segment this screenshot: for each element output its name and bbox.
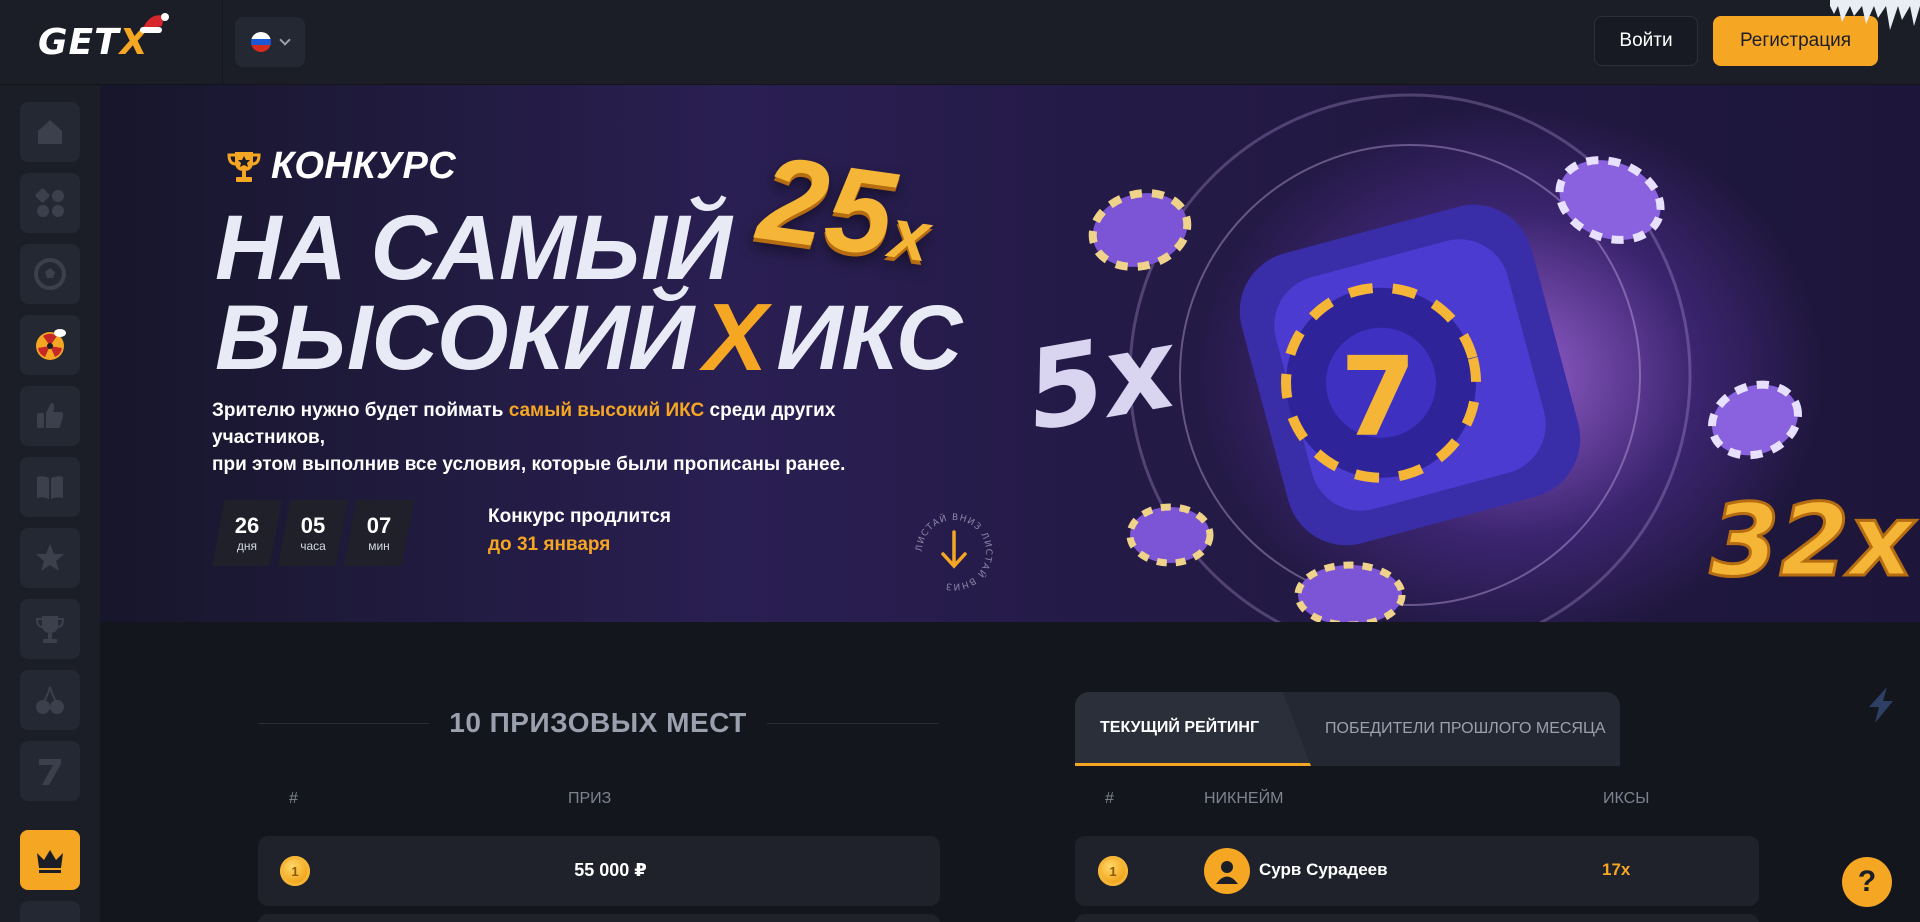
desc-highlight: самый высокий ИКС [508, 400, 705, 421]
prizes-title: 10 ПРИЗОВЫХ МЕСТ [449, 707, 747, 738]
logo[interactable]: GETX [38, 13, 170, 63]
sidebar-item-crash[interactable] [20, 315, 80, 375]
sidebar-item-classic[interactable] [20, 741, 80, 801]
headline-word-high: ВЫСОКИЙ [215, 287, 694, 389]
rating-col-num: # [1105, 790, 1114, 807]
timer-days-label: дня [236, 539, 258, 553]
prizes-header: 10 ПРИЗОВЫХ МЕСТ [258, 703, 939, 743]
timer-days-value: 26 [234, 513, 260, 538]
rating-col-nick: НИКНЕЙМ [1204, 790, 1284, 807]
trophy-icon [35, 616, 65, 643]
headline-line2: ВЫСОКИЙ X ИКС [215, 284, 962, 391]
sidebar-item-rules[interactable] [20, 457, 80, 517]
arrow-down-icon [941, 530, 967, 569]
cherry-icon [36, 686, 64, 714]
svg-text:5x: 5x [1017, 303, 1187, 455]
home-icon [38, 120, 62, 144]
seven-icon [39, 759, 61, 785]
help-button[interactable]: ? [1842, 857, 1892, 907]
sidebar-item-bonuses[interactable] [20, 528, 80, 588]
prize-value: 55 000 ₽ [574, 860, 647, 880]
logo-area[interactable]: GETX [0, 0, 223, 85]
player-nickname: Сурв Сурадеев [1259, 860, 1388, 879]
avatar [1204, 848, 1250, 894]
timer-hours: 05 часа [278, 500, 348, 566]
badge-number: 25 [751, 130, 903, 282]
timer-hours-label: часа [300, 539, 326, 553]
thumbs-up-icon [37, 403, 64, 428]
santa-hat-icon [140, 13, 170, 33]
sidebar-item-home[interactable] [20, 102, 80, 162]
table-row [1075, 914, 1759, 922]
logo-text: GET [38, 22, 120, 63]
crown-icon [37, 850, 63, 873]
timer-days: 26 дня [212, 500, 282, 566]
icicles-decoration [1830, 0, 1920, 30]
countdown-timer: 26 дня 05 часа 07 мин [212, 500, 414, 566]
player-multiplier: 17x [1602, 860, 1631, 879]
top-header: GETX Войти Регистрация [0, 0, 1920, 85]
contest-duration: Конкурс продлится до 31 января [488, 503, 671, 559]
timer-minutes: 07 мин [344, 500, 414, 566]
table-row: 1 55 000 ₽ [258, 836, 940, 906]
table-row: 1 Сурв Сурадеев 17x [1075, 836, 1759, 906]
tab-current-rating[interactable]: ТЕКУЩИЙ РЕЙТИНГ [1075, 692, 1311, 766]
sidebar-item-favorites[interactable] [20, 386, 80, 446]
book-icon [37, 476, 63, 499]
headline-x-logo: X [703, 284, 767, 391]
prizes-col-prize: ПРИЗ [568, 790, 612, 807]
contest-banner: 7 5x 32x КОНКУРС НА САМЫЙ ВЫСОКИЙ X ИКС … [100, 85, 1920, 622]
duration-date: до 31 января [488, 534, 611, 555]
timer-minutes-value: 07 [366, 513, 392, 538]
svg-text:7: 7 [1340, 333, 1417, 461]
user-icon [1216, 861, 1238, 884]
divider [258, 722, 430, 724]
contest-tag: КОНКУРС [225, 145, 456, 188]
star-icon [36, 544, 64, 571]
contest-tag-label: КОНКУРС [271, 145, 457, 187]
sidebar-item-slots[interactable] [20, 670, 80, 730]
timer-minutes-label: мин [368, 539, 390, 553]
banner-art: 7 5x 32x [1017, 93, 1919, 622]
rating-col-x: ИКСЫ [1603, 790, 1650, 807]
divider [766, 722, 939, 724]
trophy-icon [227, 151, 261, 182]
sidebar-item-tournaments[interactable] [20, 599, 80, 659]
sidebar [0, 85, 100, 922]
login-button[interactable]: Войти [1594, 16, 1698, 66]
multiplier-badge-25x: 25x [751, 129, 941, 290]
svg-text:32x: 32x [1710, 482, 1917, 599]
headline-word-iks: ИКС [776, 287, 962, 389]
chevron-down-icon [279, 34, 291, 46]
rating-tabs: ТЕКУЩИЙ РЕЙТИНГ ПОБЕДИТЕЛИ ПРОШЛОГО МЕСЯ… [1075, 692, 1620, 766]
russia-flag-icon [251, 32, 271, 52]
tab-past-winners[interactable]: ПОБЕДИТЕЛИ ПРОШЛОГО МЕСЯЦА [1311, 692, 1606, 766]
radiation-icon [36, 329, 66, 360]
lightning-decoration-icon [1869, 687, 1893, 723]
timer-hours-value: 05 [300, 513, 326, 538]
place-coin-icon: 1 [280, 856, 310, 886]
scroll-down-button[interactable]: ЛИСТАЙ ВНИЗ ЛИСТАЙ ВНИЗ [912, 510, 996, 594]
sidebar-item-sport[interactable] [20, 244, 80, 304]
language-selector[interactable] [235, 17, 305, 67]
contest-description: Зрителю нужно будет поймать самый высоки… [212, 397, 932, 478]
sidebar-item-games[interactable] [20, 173, 80, 233]
sidebar-item-more[interactable] [20, 901, 80, 922]
prizes-col-num: # [289, 790, 298, 807]
desc-line2: при этом выполнив все условия, которые б… [212, 454, 846, 475]
duration-label: Конкурс продлится [488, 506, 671, 527]
grid-icon [35, 188, 64, 217]
soccer-ball-icon [34, 258, 66, 290]
sidebar-item-contest[interactable] [20, 830, 80, 890]
desc-part1: Зрителю нужно будет поймать [212, 400, 509, 421]
place-coin-icon: 1 [1098, 856, 1128, 886]
table-row [258, 914, 940, 922]
